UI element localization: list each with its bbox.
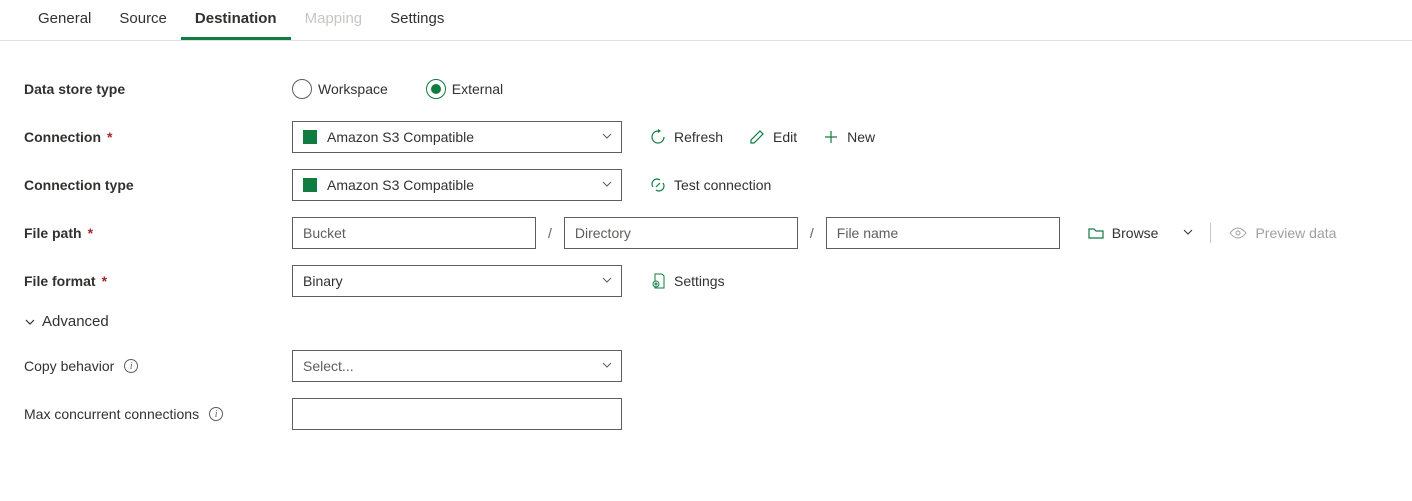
info-icon[interactable]: i xyxy=(209,407,223,421)
test-connection-button[interactable]: Test connection xyxy=(642,173,779,197)
connection-select[interactable]: Amazon S3 Compatible xyxy=(292,121,622,153)
radio-external[interactable]: External xyxy=(426,79,503,99)
copy-behavior-select[interactable]: Select... xyxy=(292,350,622,382)
label-file-format: File format* xyxy=(24,273,292,289)
browse-chevron[interactable] xyxy=(1176,221,1200,245)
preview-icon xyxy=(1229,227,1247,239)
folder-icon xyxy=(1088,225,1104,241)
refresh-icon xyxy=(650,129,666,145)
chevron-down-icon xyxy=(601,177,613,193)
tab-source[interactable]: Source xyxy=(105,0,181,40)
chevron-down-icon xyxy=(601,129,613,145)
radio-external-label: External xyxy=(452,81,503,97)
radio-icon xyxy=(292,79,312,99)
tab-settings[interactable]: Settings xyxy=(376,0,458,40)
radio-workspace[interactable]: Workspace xyxy=(292,79,388,99)
label-connection-type: Connection type xyxy=(24,177,292,193)
chevron-down-icon xyxy=(1182,226,1194,238)
plus-icon xyxy=(823,129,839,145)
connection-value: Amazon S3 Compatible xyxy=(327,129,474,145)
path-separator: / xyxy=(546,225,554,241)
file-format-select[interactable]: Binary xyxy=(292,265,622,297)
max-concurrent-input[interactable] xyxy=(292,398,622,430)
edit-button[interactable]: Edit xyxy=(741,125,805,149)
tab-destination[interactable]: Destination xyxy=(181,0,291,40)
amazon-s3-icon xyxy=(303,178,317,192)
bucket-input[interactable] xyxy=(292,217,536,249)
label-max-concurrent: Max concurrent connections i xyxy=(24,406,292,422)
file-format-value: Binary xyxy=(303,273,343,289)
chevron-down-icon xyxy=(24,316,36,328)
new-button[interactable]: New xyxy=(815,125,883,149)
destination-form: Data store type Workspace External Conne… xyxy=(0,41,1412,462)
chevron-down-icon xyxy=(601,358,613,374)
advanced-toggle[interactable]: Advanced xyxy=(24,305,1388,342)
tab-mapping: Mapping xyxy=(291,0,377,40)
directory-input[interactable] xyxy=(564,217,798,249)
separator xyxy=(1210,223,1211,243)
browse-button[interactable]: Browse xyxy=(1080,221,1167,245)
copy-behavior-placeholder: Select... xyxy=(303,358,354,374)
label-copy-behavior: Copy behavior i xyxy=(24,358,292,374)
label-data-store-type: Data store type xyxy=(24,81,292,97)
radio-workspace-label: Workspace xyxy=(318,81,388,97)
path-separator: / xyxy=(808,225,816,241)
connection-type-select[interactable]: Amazon S3 Compatible xyxy=(292,169,622,201)
edit-icon xyxy=(749,129,765,145)
connection-type-value: Amazon S3 Compatible xyxy=(327,177,474,193)
radio-icon xyxy=(426,79,446,99)
label-file-path: File path* xyxy=(24,225,292,241)
label-connection: Connection* xyxy=(24,129,292,145)
amazon-s3-icon xyxy=(303,130,317,144)
gear-file-icon xyxy=(650,273,666,289)
chevron-down-icon xyxy=(601,273,613,289)
format-settings-button[interactable]: Settings xyxy=(642,269,733,293)
preview-data-button: Preview data xyxy=(1221,221,1344,245)
refresh-button[interactable]: Refresh xyxy=(642,125,731,149)
tab-bar: General Source Destination Mapping Setti… xyxy=(0,0,1412,41)
test-connection-icon xyxy=(650,177,666,193)
tab-general[interactable]: General xyxy=(24,0,105,40)
filename-input[interactable] xyxy=(826,217,1060,249)
info-icon[interactable]: i xyxy=(124,359,138,373)
